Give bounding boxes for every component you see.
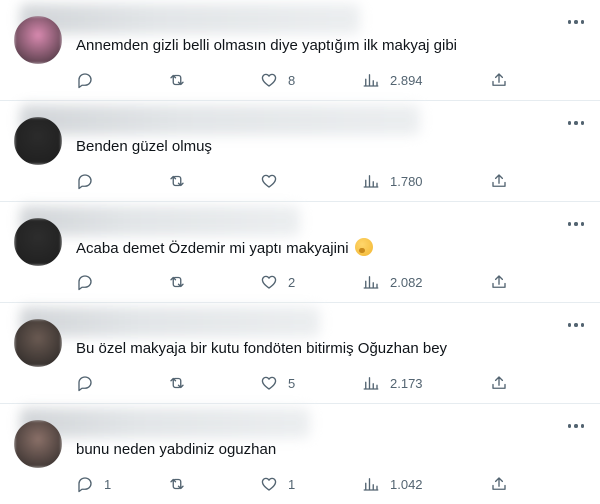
retweet-button[interactable]: [168, 371, 196, 395]
more-icon: [567, 121, 572, 125]
action-bar: 2 2.082: [0, 270, 600, 294]
reply-button[interactable]: [76, 371, 104, 395]
reply-text: Annemden gizli belli olmasın diye yaptığ…: [76, 37, 458, 54]
action-bar: 5 2.173: [0, 371, 600, 395]
views-button[interactable]: 1.042: [362, 472, 423, 496]
retweet-icon: [170, 276, 184, 288]
view-count: 2.894: [390, 72, 423, 88]
reply-icon: [78, 477, 92, 493]
reply-icon: [78, 73, 92, 89]
share-icon: [492, 477, 506, 490]
blurred-user-name: [20, 206, 300, 236]
reply-button[interactable]: [76, 270, 104, 294]
reply-text: bunu neden yabdiniz oguzhan: [76, 441, 277, 458]
share-icon: [492, 275, 506, 288]
view-count: 1.042: [390, 476, 423, 492]
like-count: 8: [288, 72, 296, 88]
like-button[interactable]: 8: [260, 68, 295, 92]
heart-icon: [261, 275, 277, 289]
share-button[interactable]: [490, 68, 508, 92]
share-icon: [492, 73, 506, 86]
reply-text: Acaba demet Özdemir mi yaptı makyajini: [76, 238, 373, 259]
blurred-user-name: [20, 105, 420, 135]
more-icon: [567, 323, 572, 327]
retweet-icon: [170, 74, 184, 86]
share-icon: [492, 376, 506, 389]
like-button[interactable]: 5: [260, 371, 295, 395]
views-icon: [363, 175, 379, 188]
views-button[interactable]: 1.780: [362, 169, 423, 193]
heart-icon: [261, 477, 277, 491]
reply-icon: [78, 376, 92, 392]
reply-count: 1: [104, 476, 112, 492]
views-icon: [363, 377, 379, 390]
reply-button[interactable]: 1: [76, 472, 111, 496]
views-button[interactable]: 2.082: [362, 270, 423, 294]
reply-text: Bu özel makyaja bir kutu fondöten bitirm…: [76, 340, 448, 357]
reply-icon: [78, 174, 92, 190]
view-count: 2.173: [390, 375, 423, 391]
more-icon: [567, 424, 572, 428]
avatar[interactable]: [14, 319, 62, 367]
more-icon: [567, 20, 572, 24]
thinking-face-icon: [354, 238, 373, 256]
reply-item[interactable]: bunu neden yabdiniz oguzhan 1 1 1.042: [0, 404, 600, 504]
retweet-icon: [170, 377, 184, 389]
avatar[interactable]: [14, 117, 62, 165]
more-options-button[interactable]: [564, 214, 588, 234]
like-button[interactable]: 1: [260, 472, 295, 496]
views-icon: [363, 478, 379, 491]
more-options-button[interactable]: [564, 113, 588, 133]
avatar[interactable]: [14, 218, 62, 266]
more-options-button[interactable]: [564, 416, 588, 436]
retweet-button[interactable]: [168, 169, 196, 193]
share-icon: [492, 174, 506, 187]
retweet-button[interactable]: [168, 68, 196, 92]
more-options-button[interactable]: [564, 315, 588, 335]
retweet-icon: [170, 478, 184, 490]
avatar[interactable]: [14, 420, 62, 468]
like-button[interactable]: 2: [260, 270, 295, 294]
views-button[interactable]: 2.173: [362, 371, 423, 395]
retweet-icon: [170, 175, 184, 187]
action-bar: 1.780: [0, 169, 600, 193]
blurred-user-name: [20, 307, 320, 337]
reply-text: Benden güzel olmuş: [76, 138, 212, 155]
heart-icon: [261, 376, 277, 390]
action-bar: 8 2.894: [0, 68, 600, 92]
share-button[interactable]: [490, 472, 508, 496]
reply-icon: [78, 275, 92, 291]
views-icon: [363, 276, 379, 289]
view-count: 2.082: [390, 274, 423, 290]
like-button[interactable]: [260, 169, 288, 193]
like-count: 2: [288, 274, 296, 290]
heart-icon: [261, 174, 277, 188]
blurred-user-name: [20, 408, 310, 438]
reply-button[interactable]: [76, 68, 104, 92]
reply-button[interactable]: [76, 169, 104, 193]
reply-item[interactable]: Benden güzel olmuş 1.780: [0, 101, 600, 202]
views-button[interactable]: 2.894: [362, 68, 423, 92]
share-button[interactable]: [490, 169, 508, 193]
more-icon: [567, 222, 572, 226]
retweet-button[interactable]: [168, 270, 196, 294]
more-options-button[interactable]: [564, 12, 588, 32]
share-button[interactable]: [490, 371, 508, 395]
like-count: 1: [288, 476, 296, 492]
view-count: 1.780: [390, 173, 423, 189]
share-button[interactable]: [490, 270, 508, 294]
like-count: 5: [288, 375, 296, 391]
retweet-button[interactable]: [168, 472, 196, 496]
heart-icon: [261, 73, 277, 87]
blurred-user-name: [20, 4, 360, 34]
action-bar: 1 1 1.042: [0, 472, 600, 496]
reply-item[interactable]: Annemden gizli belli olmasın diye yaptığ…: [0, 0, 600, 101]
views-icon: [363, 74, 379, 87]
reply-item[interactable]: Bu özel makyaja bir kutu fondöten bitirm…: [0, 303, 600, 404]
avatar[interactable]: [14, 16, 62, 64]
reply-item[interactable]: Acaba demet Özdemir mi yaptı makyajini 2…: [0, 202, 600, 303]
